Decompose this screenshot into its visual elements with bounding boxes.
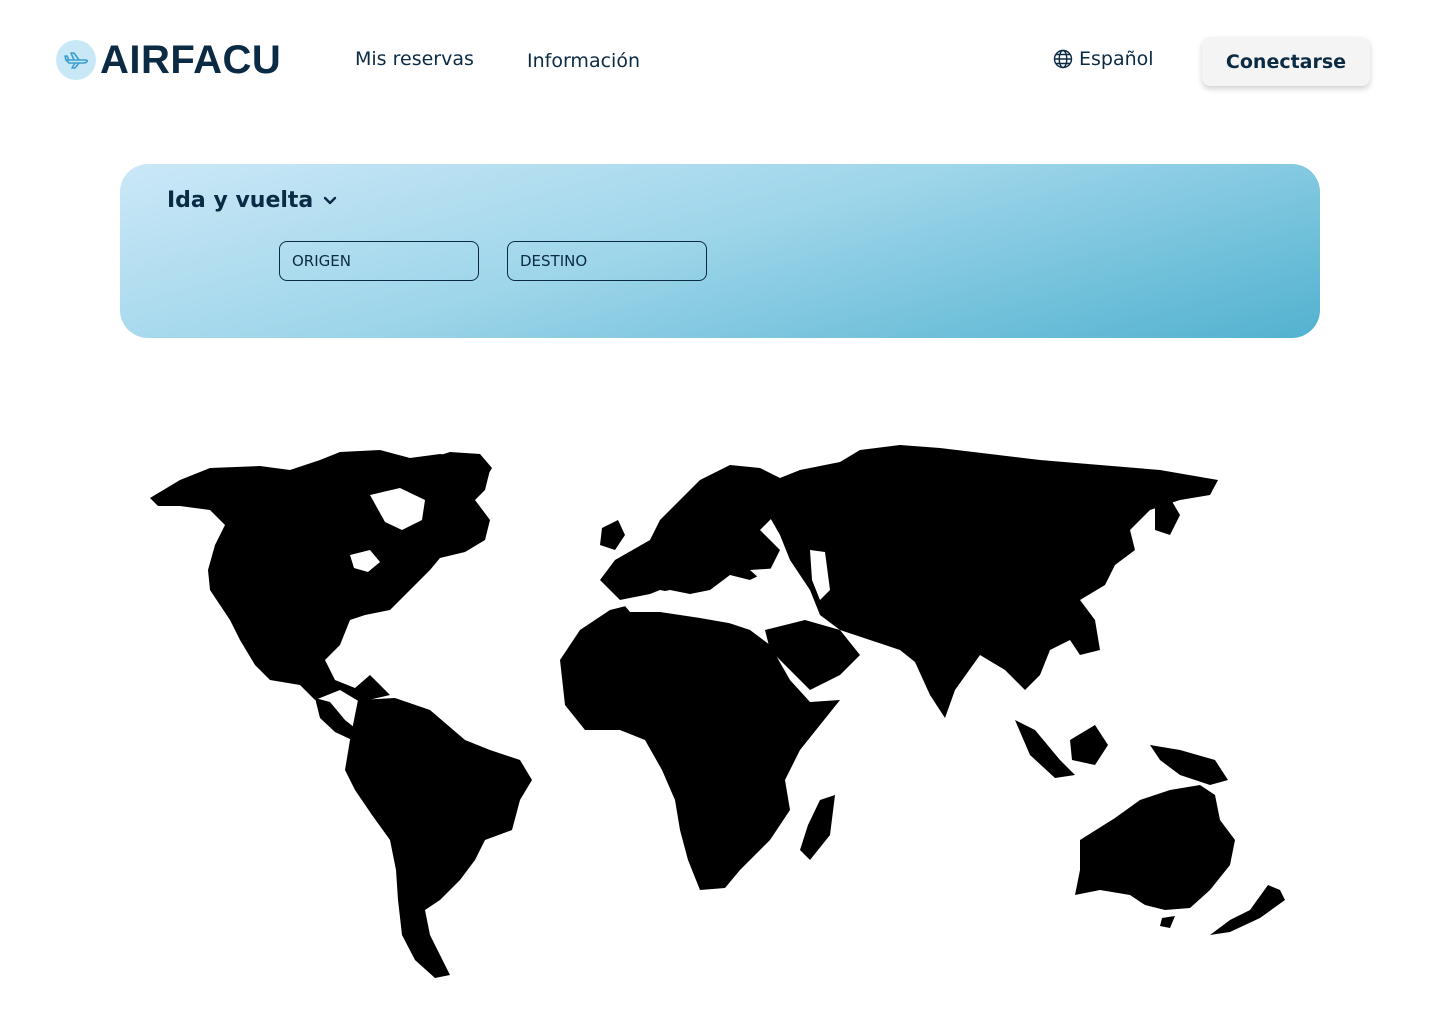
nav-informacion[interactable]: Información — [527, 49, 640, 73]
login-button[interactable]: Conectarse — [1202, 37, 1370, 86]
tasmania-shape — [1160, 916, 1175, 928]
destination-placeholder: DESTINO — [520, 252, 588, 270]
language-label: Español — [1079, 48, 1154, 70]
japan-shape — [1155, 498, 1180, 535]
nav-mis-reservas[interactable]: Mis reservas — [355, 47, 474, 71]
australia-shape — [1075, 785, 1235, 910]
trip-type-dropdown[interactable]: Ida y vuelta — [167, 188, 337, 213]
brand-logo[interactable]: AIRFACU — [56, 40, 281, 80]
indonesia-shape — [1015, 720, 1228, 785]
flight-search-panel: Ida y vuelta ORIGEN DESTINO — [120, 164, 1320, 338]
top-header: AIRFACU Mis reservas Información Español… — [0, 0, 1440, 120]
language-selector[interactable]: Español — [1053, 48, 1154, 70]
globe-icon — [1053, 49, 1073, 69]
world-map — [150, 445, 1285, 978]
origin-field[interactable]: ORIGEN — [279, 241, 479, 281]
brand-name: AIRFACU — [100, 38, 282, 82]
new-zealand-shape — [1210, 885, 1285, 935]
uk-shape — [600, 520, 625, 550]
black-sea — [750, 568, 790, 588]
airplane-icon — [56, 40, 96, 80]
madagascar-shape — [800, 795, 835, 860]
trip-type-label: Ida y vuelta — [167, 188, 314, 213]
destination-field[interactable]: DESTINO — [507, 241, 707, 281]
south-america-shape — [345, 698, 532, 978]
chevron-down-icon — [324, 196, 337, 204]
origin-placeholder: ORIGEN — [292, 252, 351, 270]
